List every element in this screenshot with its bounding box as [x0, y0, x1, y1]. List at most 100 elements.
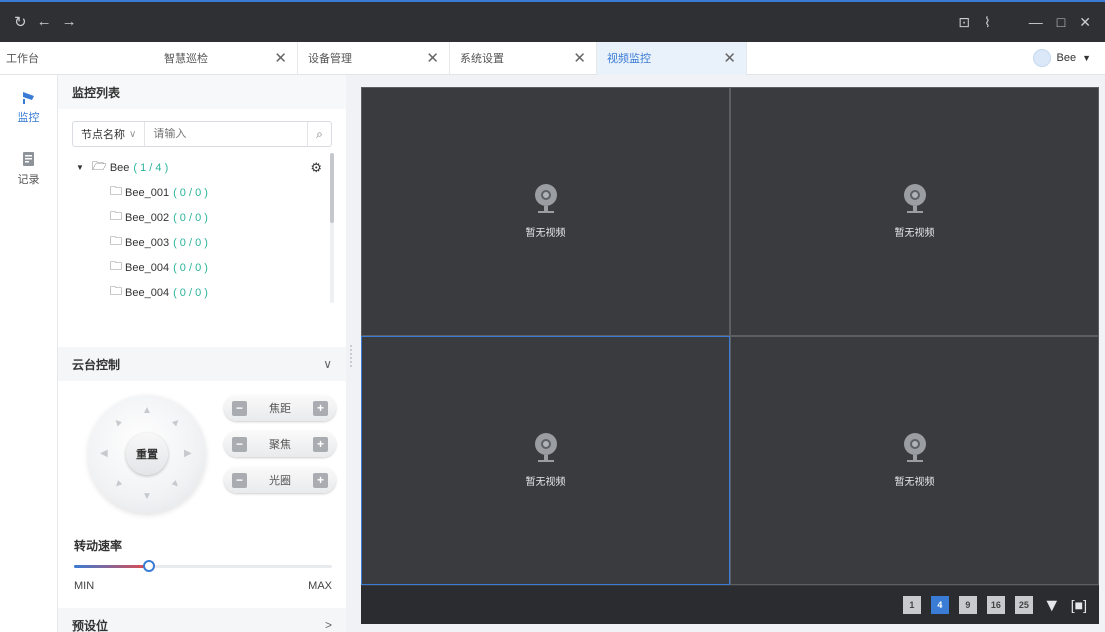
search-field-select[interactable]: 节点名称 ∨ [73, 122, 146, 146]
close-icon[interactable]: ✕ [426, 49, 439, 67]
node-name: Bee_004 [125, 261, 170, 274]
panel-splitter[interactable] [346, 75, 360, 632]
tab-smart-inspection[interactable]: 智慧巡检 ✕ [150, 41, 298, 75]
zoom-minus-button[interactable]: − [232, 400, 247, 416]
arrow-right-icon[interactable]: ▶ [184, 448, 192, 459]
iris-minus-button[interactable]: − [232, 472, 247, 488]
title-bar: ↻ ← → ⊡ ⌇ — □ ✕ [0, 0, 1105, 42]
tree-node[interactable]: 🗀 Bee_004 ( 0 / 0 ) [72, 280, 322, 305]
arrow-right-icon[interactable]: → [62, 13, 77, 31]
layout-25-button[interactable]: 25 [1014, 596, 1033, 614]
layout-1-button[interactable]: 1 [902, 596, 921, 614]
control-label: 焦距 [269, 403, 291, 415]
zoom-control: − 焦距 + [224, 395, 336, 421]
preset-header[interactable]: 预设位 > [58, 608, 346, 632]
no-video-text: 暂无视频 [894, 477, 935, 488]
tree-root[interactable]: ▼ 🗁 Bee ( 1 / 4 ) ⚙ [72, 155, 322, 180]
focus-minus-button[interactable]: − [232, 436, 247, 452]
video-cell[interactable]: 暂无视频 [730, 336, 1099, 585]
iris-control: − 光圈 + [224, 467, 336, 493]
no-video-text: 暂无视频 [525, 228, 566, 239]
minimize-button[interactable]: — [1029, 14, 1043, 30]
node-count: ( 1 / 4 ) [133, 161, 169, 174]
tab-system-settings[interactable]: 系统设置 ✕ [450, 41, 597, 75]
device-tree: ▼ 🗁 Bee ( 1 / 4 ) ⚙ 🗀 Bee_001 ( 0 / 0 ) … [72, 155, 322, 305]
chevron-right-icon[interactable]: > [325, 618, 332, 632]
tab-video-monitoring[interactable]: 视频监控 ✕ [597, 41, 747, 75]
user-menu[interactable]: Bee ▼ [1032, 49, 1091, 67]
node-count: ( 0 / 0 ) [173, 211, 208, 224]
tree-node[interactable]: 🗀 Bee_003 ( 0 / 0 ) [72, 230, 322, 255]
arrow-down-right-icon[interactable]: ▼ [169, 477, 184, 492]
control-label: 聚焦 [269, 439, 291, 451]
monitor-list-header: 监控列表 [58, 75, 346, 109]
nav-buttons: ↻ ← → [14, 13, 77, 31]
layout-16-button[interactable]: 16 [986, 596, 1005, 614]
control-label: 光圈 [269, 475, 291, 487]
arrow-down-icon[interactable]: ▼ [142, 491, 152, 502]
video-wall: 暂无视频 暂无视频 暂无视频 暂无视频 [361, 87, 1099, 586]
folder-icon: 🗀 [110, 209, 123, 223]
refresh-icon[interactable]: ↻ [14, 13, 27, 31]
zoom-plus-button[interactable]: + [313, 400, 328, 416]
ptz-header[interactable]: 云台控制 ∨ [58, 347, 346, 381]
close-icon[interactable]: ✕ [573, 49, 586, 67]
node-name: Bee [109, 161, 130, 174]
lock-icon[interactable]: ⊡ [958, 14, 970, 31]
video-cell[interactable]: 暂无视频 [361, 336, 730, 585]
tree-node[interactable]: 🗀 Bee_001 ( 0 / 0 ) [72, 180, 322, 205]
direction-pad: ▲ ▼ ◀ ▶ ▲ ▲ ▼ ▼ 重置 [88, 395, 206, 513]
webcam-icon [903, 433, 927, 465]
tree-node[interactable]: 🗀 Bee_004 ( 0 / 0 ) [72, 255, 322, 280]
fullscreen-icon[interactable]: [■] [1071, 597, 1087, 613]
folder-icon: 🗀 [110, 184, 123, 198]
chevron-down-icon[interactable]: ∨ [323, 357, 332, 371]
focus-plus-button[interactable]: + [313, 436, 328, 452]
layout-9-button[interactable]: 9 [958, 596, 977, 614]
close-window-button[interactable]: ✕ [1079, 14, 1091, 31]
tree-scrollbar[interactable] [330, 153, 334, 303]
webcam-icon [903, 184, 927, 216]
layout-4-button[interactable]: 4 [930, 596, 949, 614]
chevron-down-icon: ∨ [129, 128, 137, 140]
rail-item-monitor[interactable]: 监控 [0, 89, 57, 125]
more-layouts-icon[interactable]: ▼ [1043, 595, 1061, 616]
tree-node[interactable]: 🗀 Bee_002 ( 0 / 0 ) [72, 205, 322, 230]
arrow-left-icon[interactable]: ◀ [100, 448, 108, 459]
node-count: ( 0 / 0 ) [173, 286, 208, 299]
arrow-up-right-icon[interactable]: ▲ [169, 415, 184, 430]
speed-slider[interactable] [74, 560, 332, 572]
slider-knob[interactable] [142, 560, 155, 572]
search-input[interactable] [145, 128, 307, 140]
iris-plus-button[interactable]: + [313, 472, 328, 488]
video-cell[interactable]: 暂无视频 [361, 87, 730, 336]
expand-icon[interactable]: ▼ [76, 163, 84, 172]
side-panel: 监控列表 节点名称 ∨ ⌕ ▼ 🗁 Bee ( 1 / 4 ) ⚙ 🗀 Bee_… [58, 75, 346, 632]
maximize-button[interactable]: □ [1057, 14, 1065, 30]
node-name: Bee_001 [125, 186, 170, 199]
arrow-up-icon[interactable]: ▲ [142, 405, 152, 416]
close-icon[interactable]: ✕ [723, 49, 736, 67]
ptz-title: 云台控制 [72, 357, 121, 372]
tab-device-management[interactable]: 设备管理 ✕ [298, 41, 450, 75]
tab-label: 设备管理 [308, 53, 352, 65]
window-controls: ⊡ ⌇ — □ ✕ [958, 14, 1091, 31]
gear-icon[interactable]: ⚙ [310, 160, 322, 176]
rail-item-records[interactable]: 记录 [0, 151, 57, 187]
preset-title: 预设位 [72, 618, 109, 632]
arrow-left-icon[interactable]: ← [37, 13, 52, 31]
tab-home[interactable]: 工作台 [0, 42, 150, 75]
no-video-text: 暂无视频 [894, 228, 935, 239]
reset-button[interactable]: 重置 [126, 433, 168, 475]
focus-control: − 聚焦 + [224, 431, 336, 457]
min-label: MIN [74, 580, 95, 592]
close-icon[interactable]: ✕ [274, 49, 287, 67]
chart-icon[interactable]: ⌇ [984, 14, 991, 31]
arrow-down-left-icon[interactable]: ▼ [111, 477, 126, 492]
scroll-thumb[interactable] [330, 153, 334, 223]
folder-icon: 🗀 [110, 259, 123, 273]
video-cell[interactable]: 暂无视频 [730, 87, 1099, 336]
node-name: Bee_004 [125, 286, 170, 299]
search-icon[interactable]: ⌕ [307, 122, 331, 146]
arrow-up-left-icon[interactable]: ▲ [111, 415, 126, 430]
